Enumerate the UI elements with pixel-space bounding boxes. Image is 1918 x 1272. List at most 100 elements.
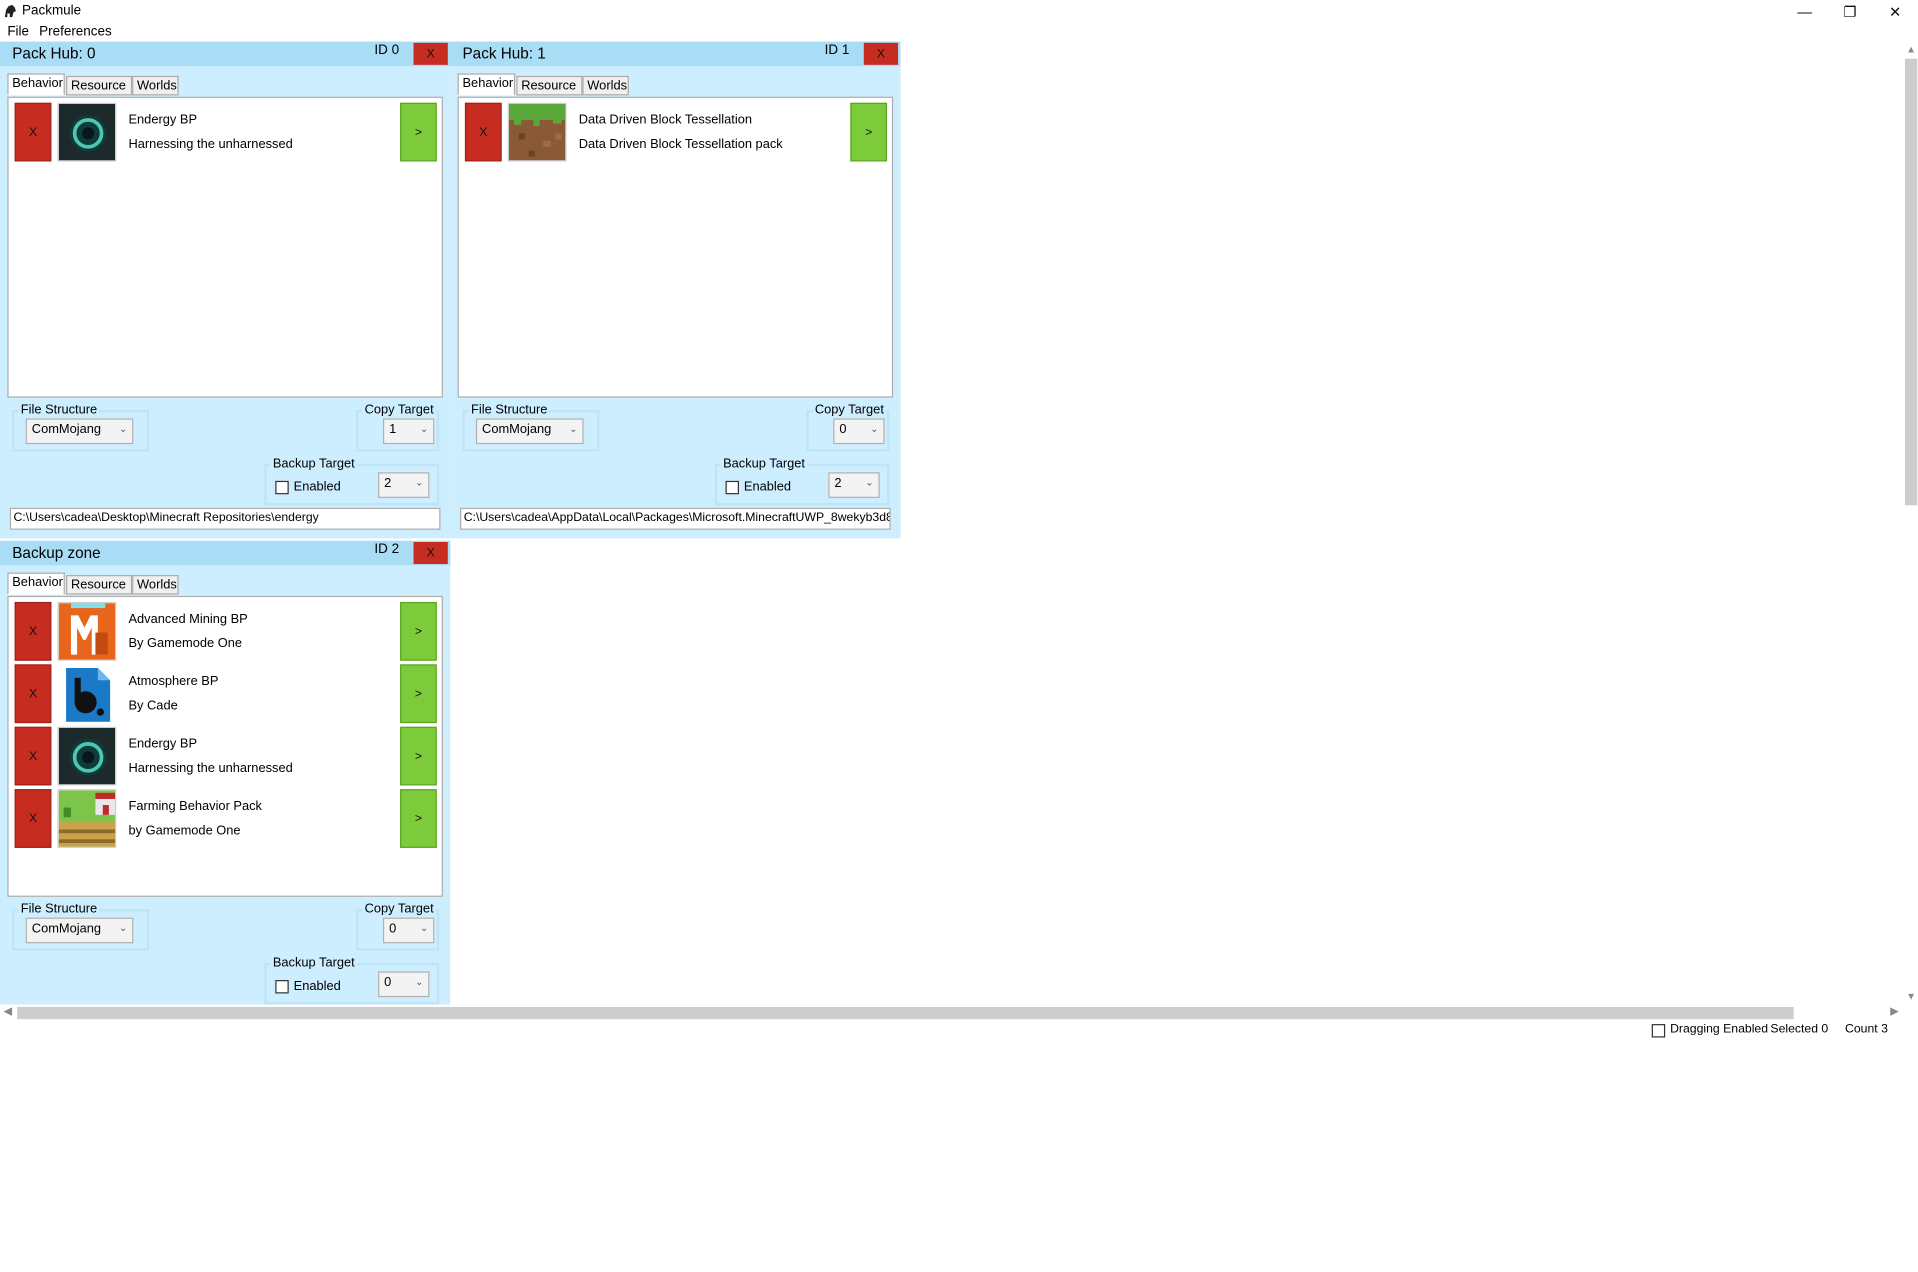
farming-icon xyxy=(57,789,117,848)
copy-target-select[interactable]: 0 ⌄ xyxy=(833,418,885,445)
copy-target-label: Copy Target xyxy=(362,402,437,418)
restore-button[interactable]: ❐ xyxy=(1828,0,1872,23)
tab-behavior[interactable]: Behavior xyxy=(7,73,65,96)
remove-pack-button[interactable]: X xyxy=(14,102,52,162)
pack-name: Advanced Mining BP xyxy=(128,611,248,627)
pack-name: Atmosphere BP xyxy=(128,674,219,689)
scroll-right-icon[interactable]: ▶ xyxy=(1890,1004,1898,1017)
path-field[interactable]: C:\Users\cadea\AppData\Local\Packages\Mi… xyxy=(460,507,891,530)
copy-target-select[interactable]: 1 ⌄ xyxy=(382,418,435,445)
copy-pack-button[interactable]: > xyxy=(400,102,437,162)
hub-title: Backup zone xyxy=(12,544,101,562)
close-window-button[interactable]: ✕ xyxy=(1873,0,1917,23)
backup-target-select[interactable]: 0 ⌄ xyxy=(378,971,430,998)
copy-pack-button[interactable]: > xyxy=(400,664,437,724)
chevron-down-icon: ⌄ xyxy=(119,922,128,934)
file-structure-group: File Structure ComMojang ⌄ xyxy=(12,901,150,951)
advanced-mining-icon xyxy=(57,601,117,661)
pack-row: X Endergy BP Harnessing the unharnessed … xyxy=(14,102,437,162)
window-title: Packmule xyxy=(22,3,82,19)
remove-pack-button[interactable]: X xyxy=(14,664,52,724)
backup-target-label: Backup Target xyxy=(270,955,358,971)
hub-close-button[interactable]: X xyxy=(413,542,448,565)
remove-pack-button[interactable]: X xyxy=(464,102,502,162)
file-structure-select[interactable]: ComMojang ⌄ xyxy=(25,917,134,944)
path-field[interactable]: C:\Users\cadea\Desktop\Minecraft Reposit… xyxy=(9,507,441,530)
copy-target-select[interactable]: 0 ⌄ xyxy=(382,917,435,944)
hub-id-label: ID 2 xyxy=(374,542,400,557)
remove-pack-button[interactable]: X xyxy=(14,789,52,848)
selected-count: Selected 0 xyxy=(1770,1022,1829,1037)
pack-row: X Atmosphere BP By Cade > xyxy=(14,664,437,724)
pack-list: X Data Driven Block Tessellation Data Dr… xyxy=(457,96,894,398)
file-structure-value: ComMojang xyxy=(482,422,552,437)
tab-worlds[interactable]: Worlds xyxy=(582,75,629,96)
pack-hub-0: Pack Hub: 0 ID 0 X Behavior Resource Wor… xyxy=(0,41,451,539)
backup-enabled-checkbox[interactable] xyxy=(725,480,739,495)
backup-target-label: Backup Target xyxy=(270,456,358,472)
backup-target-select[interactable]: 2 ⌄ xyxy=(828,472,880,498)
tab-strip: Behavior Resource Worlds xyxy=(7,572,447,597)
horizontal-scrollbar[interactable]: ◀ ▶ xyxy=(0,1004,1904,1022)
copy-pack-button[interactable]: > xyxy=(400,789,437,848)
pack-description: Data Driven Block Tessellation pack xyxy=(578,137,783,152)
tab-worlds[interactable]: Worlds xyxy=(132,575,179,595)
packmule-app-icon xyxy=(4,4,16,18)
backup-target-value: 2 xyxy=(834,475,842,491)
chevron-down-icon: ⌄ xyxy=(569,423,578,435)
dragging-enabled-checkbox[interactable] xyxy=(1651,1024,1666,1038)
file-structure-select[interactable]: ComMojang ⌄ xyxy=(475,418,584,445)
copy-pack-button[interactable]: > xyxy=(850,102,888,162)
pack-description: Harnessing the unharnessed xyxy=(128,137,293,152)
copy-target-label: Copy Target xyxy=(362,901,437,917)
pack-name: Endergy BP xyxy=(128,112,198,128)
tab-behavior[interactable]: Behavior xyxy=(7,572,65,595)
copy-target-group: Copy Target 1 ⌄ xyxy=(356,402,440,452)
tab-resource[interactable]: Resource xyxy=(66,75,133,96)
copy-target-group: Copy Target 0 ⌄ xyxy=(806,402,890,452)
copy-target-value: 0 xyxy=(389,921,397,936)
tab-strip: Behavior Resource Worlds xyxy=(7,73,447,98)
total-count: Count 3 xyxy=(1845,1022,1888,1037)
app-window: Packmule — ❐ ✕ File Preferences Pack Hub… xyxy=(0,0,1918,1040)
pack-description: By Cade xyxy=(128,698,178,714)
tab-resource[interactable]: Resource xyxy=(516,75,583,96)
pack-row: X Data Driven Block Tessellation Data Dr… xyxy=(464,102,888,162)
endergy-icon xyxy=(57,726,117,786)
pack-row: X Endergy BP Harnessing the unharnessed … xyxy=(14,726,437,786)
backup-target-group: Backup Target Enabled 0 ⌄ xyxy=(264,955,440,1005)
hub-close-button[interactable]: X xyxy=(863,42,899,65)
copy-target-value: 0 xyxy=(839,422,847,437)
backup-target-select[interactable]: 2 ⌄ xyxy=(378,472,430,498)
chevron-down-icon: ⌄ xyxy=(865,477,874,489)
hub-close-button[interactable]: X xyxy=(413,42,448,65)
scroll-left-icon[interactable]: ◀ xyxy=(4,1004,12,1017)
vertical-scrollbar[interactable]: ▲ ▼ xyxy=(1903,41,1918,1005)
file-structure-select[interactable]: ComMojang ⌄ xyxy=(25,418,134,445)
horizontal-scroll-thumb[interactable] xyxy=(17,1006,1794,1020)
scroll-down-icon[interactable]: ▼ xyxy=(1905,991,1917,1002)
hub-header: Pack Hub: 1 ID 1 X xyxy=(450,41,901,67)
backup-enabled-checkbox[interactable] xyxy=(275,980,289,994)
tab-behavior[interactable]: Behavior xyxy=(457,73,516,96)
pack-list: X Advanced Mining BP By Gamemode One > X… xyxy=(7,595,443,897)
chevron-down-icon: ⌄ xyxy=(420,423,429,435)
minimize-button[interactable]: — xyxy=(1783,0,1827,23)
chevron-down-icon: ⌄ xyxy=(415,976,424,988)
copy-pack-button[interactable]: > xyxy=(400,601,437,661)
copy-pack-button[interactable]: > xyxy=(400,726,437,786)
backup-enabled-checkbox[interactable] xyxy=(275,480,289,495)
remove-pack-button[interactable]: X xyxy=(14,601,52,661)
menu-file[interactable]: File xyxy=(7,24,29,39)
menu-bar: File Preferences xyxy=(0,23,1918,42)
menu-preferences[interactable]: Preferences xyxy=(39,24,112,39)
tab-resource[interactable]: Resource xyxy=(66,575,133,595)
remove-pack-button[interactable]: X xyxy=(14,726,52,786)
vertical-scroll-thumb[interactable] xyxy=(1904,58,1918,506)
file-structure-label: File Structure xyxy=(18,402,100,418)
hub-id-label: ID 1 xyxy=(824,42,850,58)
tab-worlds[interactable]: Worlds xyxy=(132,75,179,96)
scroll-up-icon[interactable]: ▲ xyxy=(1905,44,1917,55)
pack-name: Farming Behavior Pack xyxy=(128,798,263,814)
atmosphere-icon xyxy=(57,664,117,724)
